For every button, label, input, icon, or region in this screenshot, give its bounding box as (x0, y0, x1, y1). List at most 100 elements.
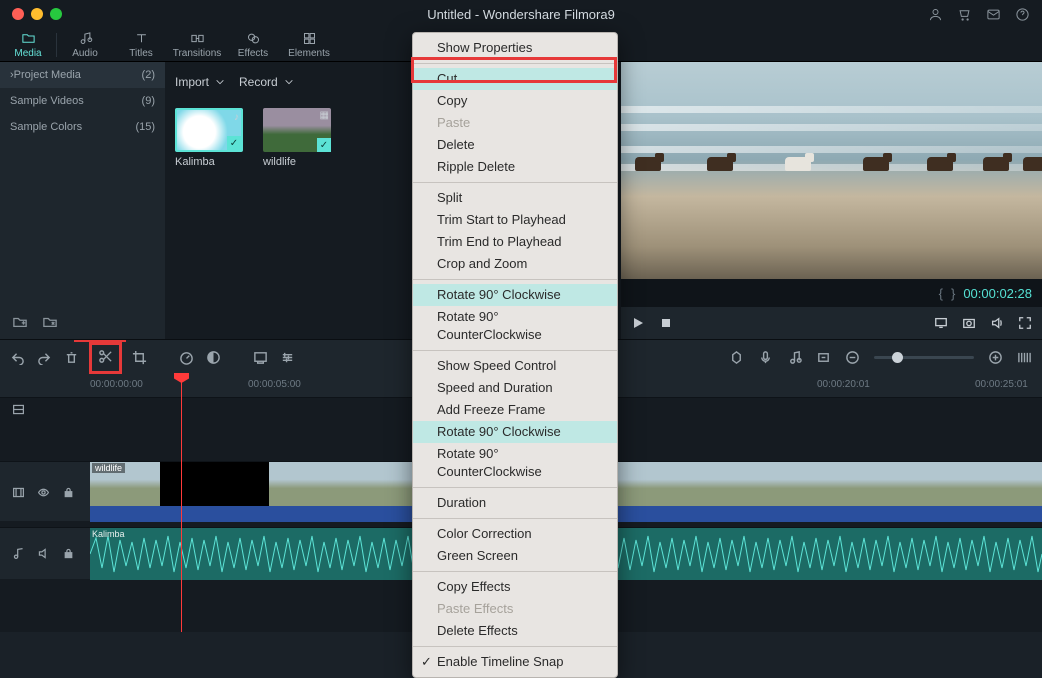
tab-effects-label: Effects (238, 48, 268, 59)
maximize-window-icon[interactable] (50, 8, 62, 20)
context-menu-item[interactable]: Delete (413, 134, 617, 156)
sidebar-item-sample-videos[interactable]: Sample Videos (9) (0, 88, 165, 114)
context-menu-item[interactable]: Crop and Zoom (413, 253, 617, 275)
tab-effects[interactable]: Effects (225, 31, 281, 59)
sidebar-label: Project Media (14, 69, 81, 81)
context-menu-item[interactable]: Rotate 90° CounterClockwise (413, 443, 617, 483)
context-menu-separator (413, 487, 617, 488)
tab-media[interactable]: Media (0, 31, 56, 59)
audio-track-header (0, 528, 90, 579)
visibility-icon[interactable] (37, 486, 50, 499)
speed-icon[interactable] (179, 350, 194, 365)
playhead[interactable] (181, 375, 182, 632)
close-window-icon[interactable] (12, 8, 24, 20)
adjust-icon[interactable] (280, 350, 295, 365)
volume-icon[interactable] (990, 316, 1004, 330)
lock-icon[interactable] (62, 547, 75, 560)
media-sidebar: ›Project Media (2) Sample Videos (9) Sam… (0, 62, 165, 339)
tab-audio-label: Audio (72, 48, 98, 59)
sidebar-item-sample-colors[interactable]: Sample Colors (15) (0, 114, 165, 140)
tab-elements[interactable]: Elements (281, 31, 337, 59)
marker-icon[interactable] (729, 350, 744, 365)
mute-icon[interactable] (37, 547, 50, 560)
filmstrip-icon[interactable] (12, 486, 25, 499)
bracket-left-icon[interactable]: { (939, 286, 943, 301)
context-menu-item[interactable]: Trim Start to Playhead (413, 209, 617, 231)
color-icon[interactable] (206, 350, 221, 365)
sidebar-count: (9) (142, 95, 155, 107)
ruler-tick: 00:00:00:00 (90, 379, 143, 390)
snapshot-icon[interactable] (962, 316, 976, 330)
stop-icon[interactable] (659, 316, 673, 330)
account-icon[interactable] (928, 7, 943, 22)
voiceover-icon[interactable] (758, 350, 773, 365)
zoom-out-icon[interactable] (845, 350, 860, 365)
titlebar-actions (928, 7, 1030, 22)
redo-icon[interactable] (37, 350, 52, 365)
context-menu-item[interactable]: Trim End to Playhead (413, 231, 617, 253)
sidebar-item-project-media[interactable]: ›Project Media (2) (0, 62, 165, 88)
new-folder-icon[interactable] (12, 315, 28, 329)
context-menu-item[interactable]: Ripple Delete (413, 156, 617, 178)
clip-label: Kalimba (92, 529, 125, 539)
context-menu-item[interactable]: Color Correction (413, 523, 617, 545)
preview-timecode-bar: { } 00:00:02:28 (621, 279, 1042, 307)
green-screen-icon[interactable] (253, 350, 268, 365)
media-footer-actions (0, 307, 165, 337)
track-settings-icon[interactable] (12, 403, 25, 416)
import-dropdown[interactable]: Import (175, 75, 225, 89)
context-menu-item[interactable]: Rotate 90° Clockwise (413, 421, 617, 443)
context-menu-item[interactable]: Rotate 90° CounterClockwise (413, 306, 617, 346)
sidebar-count: (2) (142, 69, 155, 81)
context-menu-item[interactable]: Show Speed Control (413, 355, 617, 377)
record-dropdown[interactable]: Record (239, 75, 294, 89)
split-clip-button[interactable] (89, 342, 122, 374)
message-icon[interactable] (986, 7, 1001, 22)
sidebar-count: (15) (135, 121, 155, 133)
context-menu-item[interactable]: Copy Effects (413, 576, 617, 598)
fullscreen-icon[interactable] (1018, 316, 1032, 330)
media-thumbnail[interactable]: ♪ ✓ Kalimba (175, 108, 245, 168)
context-menu-item[interactable]: Speed and Duration (413, 377, 617, 399)
window-controls[interactable] (0, 8, 62, 20)
check-icon: ✓ (227, 136, 241, 150)
minimize-window-icon[interactable] (31, 8, 43, 20)
delete-icon[interactable] (64, 350, 79, 365)
zoom-in-icon[interactable] (988, 350, 1003, 365)
zoom-slider[interactable] (874, 356, 974, 359)
ruler-tick: 00:00:20:01 (817, 379, 870, 390)
audio-mixer-icon[interactable] (787, 350, 802, 365)
context-menu-item[interactable]: Copy (413, 90, 617, 112)
highlight-bar (74, 340, 126, 342)
thumbnail-label: wildlife (263, 156, 333, 168)
tab-transitions[interactable]: Transitions (169, 31, 225, 59)
crop-icon[interactable] (132, 350, 147, 365)
tab-transitions-label: Transitions (173, 48, 222, 59)
tab-audio[interactable]: Audio (57, 31, 113, 59)
chevron-down-icon (215, 77, 225, 87)
media-thumbnail[interactable]: ▦ ✓ wildlife (263, 108, 333, 168)
cart-icon[interactable] (957, 7, 972, 22)
zoom-fit-icon[interactable] (1017, 350, 1032, 365)
tab-elements-label: Elements (288, 48, 330, 59)
thumbnail-image: ♪ ✓ (175, 108, 243, 152)
lock-icon[interactable] (62, 486, 75, 499)
context-menu-item[interactable]: Show Properties (413, 37, 617, 59)
music-note-icon[interactable] (12, 547, 25, 560)
context-menu-item[interactable]: Duration (413, 492, 617, 514)
keyframe-icon[interactable] (816, 350, 831, 365)
context-menu-item[interactable]: Split (413, 187, 617, 209)
preview-viewport[interactable] (621, 62, 1042, 279)
undo-icon[interactable] (10, 350, 25, 365)
delete-folder-icon[interactable] (42, 315, 58, 329)
context-menu-item[interactable]: Green Screen (413, 545, 617, 567)
context-menu-item[interactable]: Rotate 90° Clockwise (413, 284, 617, 306)
context-menu-item[interactable]: Add Freeze Frame (413, 399, 617, 421)
context-menu-item[interactable]: Delete Effects (413, 620, 617, 642)
display-settings-icon[interactable] (934, 316, 948, 330)
context-menu-item[interactable]: Enable Timeline Snap (413, 651, 617, 673)
help-icon[interactable] (1015, 7, 1030, 22)
tab-titles[interactable]: Titles (113, 31, 169, 59)
bracket-right-icon[interactable]: } (951, 286, 955, 301)
play-icon[interactable] (631, 316, 645, 330)
